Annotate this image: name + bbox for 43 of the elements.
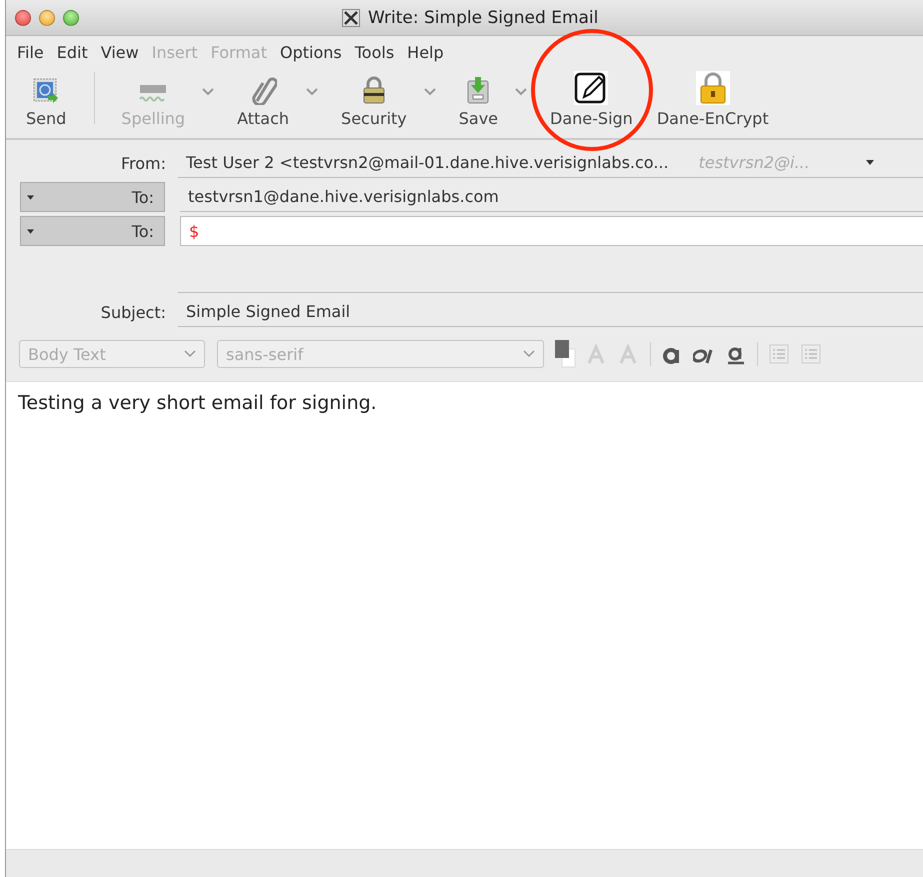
- chevron-icon[interactable]: [515, 88, 528, 96]
- subject-field[interactable]: Simple Signed Email: [178, 297, 923, 327]
- recipient-type-dropdown[interactable]: To:: [20, 182, 165, 212]
- chevron-icon: [184, 350, 196, 358]
- dropdown-arrow-icon: [27, 228, 34, 234]
- menu-item[interactable]: File: [13, 42, 53, 62]
- recipient-field[interactable]: $: [180, 216, 923, 246]
- toolbar-button[interactable]: Attach: [229, 75, 298, 128]
- chevron-icon: [523, 350, 535, 358]
- minimize-button[interactable]: [39, 10, 55, 26]
- window-title: Write: Simple Signed Email: [368, 8, 598, 28]
- toolbar-button[interactable]: Dane-EnCrypt: [648, 71, 777, 128]
- app-icon: [342, 8, 360, 26]
- field-label: Subject:: [100, 302, 166, 322]
- padlock-icon: [696, 71, 730, 105]
- zoom-button[interactable]: [63, 10, 79, 26]
- close-button[interactable]: [15, 10, 31, 26]
- text-color-icon[interactable]: [554, 339, 576, 369]
- menu-item[interactable]: Tools: [350, 42, 404, 62]
- padlock-icon: [360, 75, 387, 105]
- toolbar-button[interactable]: Security: [333, 75, 415, 128]
- recipient-type-dropdown[interactable]: To:: [20, 216, 165, 246]
- menu-item[interactable]: View: [96, 42, 148, 62]
- bullet-list-icon[interactable]: [768, 343, 790, 365]
- stamp-icon: [32, 77, 60, 105]
- menu-item[interactable]: Help: [403, 42, 453, 62]
- chevron-icon[interactable]: [424, 88, 436, 96]
- message-text: Testing a very short email for signing.: [18, 392, 378, 414]
- save-icon: [465, 75, 492, 105]
- numbered-list-icon[interactable]: [800, 343, 822, 365]
- toolbar-button[interactable]: Save: [450, 75, 506, 128]
- recipient-field[interactable]: testvrsn1@dane.hive.verisignlabs.com: [180, 182, 923, 212]
- chevron-icon[interactable]: [306, 88, 318, 96]
- dropdown-arrow-icon: [27, 194, 34, 200]
- from-field[interactable]: Test User 2 <testvrsn2@mail-01.dane.hive.verisignlabs.co... testvrsn2@i...: [178, 148, 923, 178]
- pencil-icon: [574, 71, 608, 105]
- toolbar-button[interactable]: Send: [18, 77, 74, 128]
- paperclip-icon: [249, 75, 278, 105]
- dropdown-arrow-icon[interactable]: [866, 160, 874, 165]
- menu-item[interactable]: Options: [276, 42, 351, 62]
- field-label: From:: [120, 154, 166, 172]
- message-body[interactable]: Testing a very short email for signing.: [6, 381, 923, 849]
- menu-item[interactable]: Edit: [52, 42, 97, 62]
